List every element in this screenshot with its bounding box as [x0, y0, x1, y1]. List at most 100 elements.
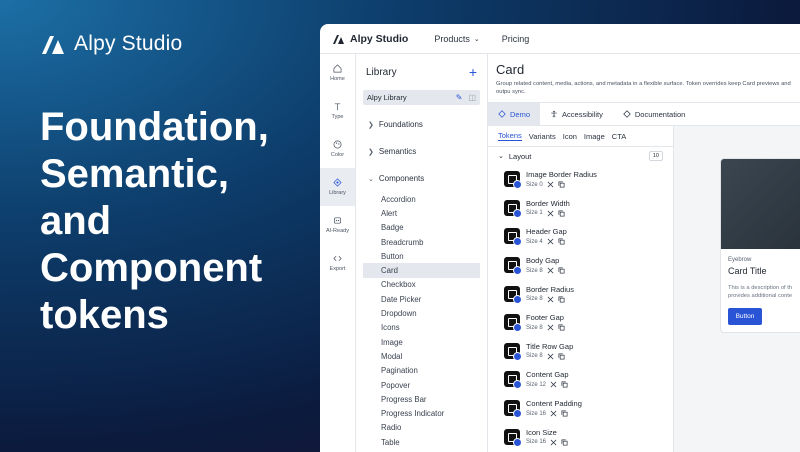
token-row[interactable]: Header Gap Size 4	[488, 222, 673, 251]
component-item-modal[interactable]: Modal	[356, 349, 480, 363]
token-row[interactable]: Content Gap Size 12	[488, 365, 673, 394]
token-size: Size 16	[526, 439, 547, 446]
copy-icon[interactable]	[558, 296, 565, 303]
library-group-semantics[interactable]: ❯ Semantics	[356, 138, 487, 165]
subtab-icon[interactable]: Icon	[563, 132, 577, 141]
copy-icon[interactable]	[561, 381, 568, 388]
unlink-icon[interactable]	[547, 210, 554, 217]
nav-products[interactable]: Products ⌄	[434, 34, 479, 44]
token-info: Content Padding Size 16	[526, 399, 582, 417]
copy-icon[interactable]	[561, 410, 568, 417]
component-item-alert[interactable]: Alert	[356, 206, 480, 220]
headline-line: and	[40, 199, 112, 243]
component-item-accordion[interactable]: Accordion	[356, 192, 480, 206]
unlink-icon[interactable]	[550, 410, 557, 417]
component-item-popover[interactable]: Popover	[356, 378, 480, 392]
unlink-icon[interactable]	[547, 296, 554, 303]
token-row[interactable]: Footer Gap Size 8	[488, 308, 673, 337]
token-name: Content Gap	[526, 370, 569, 380]
copy-icon[interactable]	[558, 324, 565, 331]
rail-item-library[interactable]: Library	[320, 168, 355, 206]
rail-item-type[interactable]: Type	[320, 92, 355, 130]
nav-pricing[interactable]: Pricing	[502, 34, 530, 44]
library-title: Library	[366, 66, 397, 78]
copy-icon[interactable]	[558, 181, 565, 188]
component-item-badge[interactable]: Badge	[356, 221, 480, 235]
trash-icon[interactable]: ◫	[468, 93, 476, 102]
card-preview-area: Eyebrow Card Title This is a description…	[674, 126, 800, 452]
unlink-icon[interactable]	[550, 439, 557, 446]
token-name: Footer Gap	[526, 313, 564, 323]
card-button[interactable]: Button	[728, 308, 762, 325]
token-type-icon	[504, 285, 522, 304]
unlink-icon[interactable]	[547, 181, 554, 188]
token-row[interactable]: Body Gap Size 8	[488, 251, 673, 280]
unlink-icon[interactable]	[547, 324, 554, 331]
component-item-date-picker[interactable]: Date Picker	[356, 292, 480, 306]
token-info: Title Row Gap Size 8	[526, 342, 573, 360]
tab-accessibility[interactable]: Accessibility	[540, 103, 613, 125]
component-item-icons[interactable]: Icons	[356, 321, 480, 335]
tab-demo[interactable]: Demo	[488, 103, 541, 125]
type-icon	[334, 103, 341, 111]
component-item-checkbox[interactable]: Checkbox	[356, 278, 480, 292]
tab-documentation[interactable]: Documentation	[613, 103, 695, 125]
unlink-icon[interactable]	[547, 238, 554, 245]
unlink-icon[interactable]	[547, 353, 554, 360]
token-type-icon	[504, 342, 522, 361]
card-preview: Eyebrow Card Title This is a description…	[720, 158, 800, 333]
add-icon[interactable]: +	[469, 64, 477, 80]
top-brand[interactable]: Alpy Studio	[332, 33, 408, 45]
component-item-progress-bar[interactable]: Progress Bar	[356, 392, 480, 406]
token-type-icon	[504, 400, 522, 419]
copy-icon[interactable]	[558, 238, 565, 245]
component-item-dropdown[interactable]: Dropdown	[356, 306, 480, 320]
component-item-radio[interactable]: Radio	[356, 421, 480, 435]
token-info: Image Border Radius Size 0	[526, 170, 597, 188]
rail-item-color[interactable]: Color	[320, 130, 355, 168]
subtab-image[interactable]: Image	[584, 132, 605, 141]
library-group-foundations[interactable]: ❯ Foundations	[356, 111, 487, 138]
component-item-table[interactable]: Table	[356, 435, 480, 449]
component-item-card[interactable]: Card	[363, 263, 480, 278]
chevron-down-icon: ⌄	[473, 35, 480, 43]
copy-icon[interactable]	[561, 439, 568, 446]
token-row[interactable]: Image Border Radius Size 0	[488, 165, 673, 194]
layout-section-header[interactable]: ⌄ Layout 10	[488, 146, 673, 165]
token-type-icon	[504, 199, 522, 218]
component-item-pagination[interactable]: Pagination	[356, 364, 480, 378]
library-icon	[333, 178, 342, 187]
component-item-breadcrumb[interactable]: Breadcrumb	[356, 235, 480, 249]
component-item-progress-indicator[interactable]: Progress Indicator	[356, 406, 480, 420]
copy-icon[interactable]	[558, 210, 565, 217]
subtab-variants[interactable]: Variants	[529, 132, 556, 141]
token-row[interactable]: Title Row Gap Size 8	[488, 337, 673, 366]
token-row[interactable]: Border Radius Size 8	[488, 279, 673, 308]
copy-icon[interactable]	[558, 353, 565, 360]
library-header: Library +	[356, 54, 487, 90]
copy-icon[interactable]	[558, 267, 565, 274]
component-item-image[interactable]: Image	[356, 335, 480, 349]
token-row[interactable]: Icon Size Size 16	[488, 422, 673, 451]
token-row[interactable]: Border Width Size 1	[488, 194, 673, 223]
token-info: Body Gap Size 8	[526, 256, 565, 274]
rail-item-ai-ready[interactable]: AI-Ready	[320, 206, 355, 244]
token-size: Size 8	[526, 353, 543, 360]
brand: Alpy Studio	[40, 32, 310, 56]
headline-line: Foundation,	[40, 105, 269, 149]
unlink-icon[interactable]	[550, 381, 557, 388]
library-panel: Library + Alpy Library ✎ ◫ ❯ Foundations…	[356, 54, 488, 452]
edit-icon[interactable]: ✎	[456, 93, 463, 102]
token-size: Size 8	[526, 296, 543, 303]
library-group-components[interactable]: ⌄ Components	[356, 165, 487, 192]
subtab-cta[interactable]: CTA	[612, 132, 626, 141]
unlink-icon[interactable]	[547, 267, 554, 274]
library-selector[interactable]: Alpy Library ✎ ◫	[363, 90, 480, 105]
code-icon	[333, 255, 342, 262]
token-name: Body Gap	[526, 256, 560, 266]
component-item-button[interactable]: Button	[356, 249, 480, 263]
subtab-tokens[interactable]: Tokens	[498, 131, 522, 141]
rail-item-export[interactable]: Export	[320, 244, 355, 282]
rail-item-home[interactable]: Home	[320, 54, 355, 92]
token-row[interactable]: Content Padding Size 16	[488, 394, 673, 423]
